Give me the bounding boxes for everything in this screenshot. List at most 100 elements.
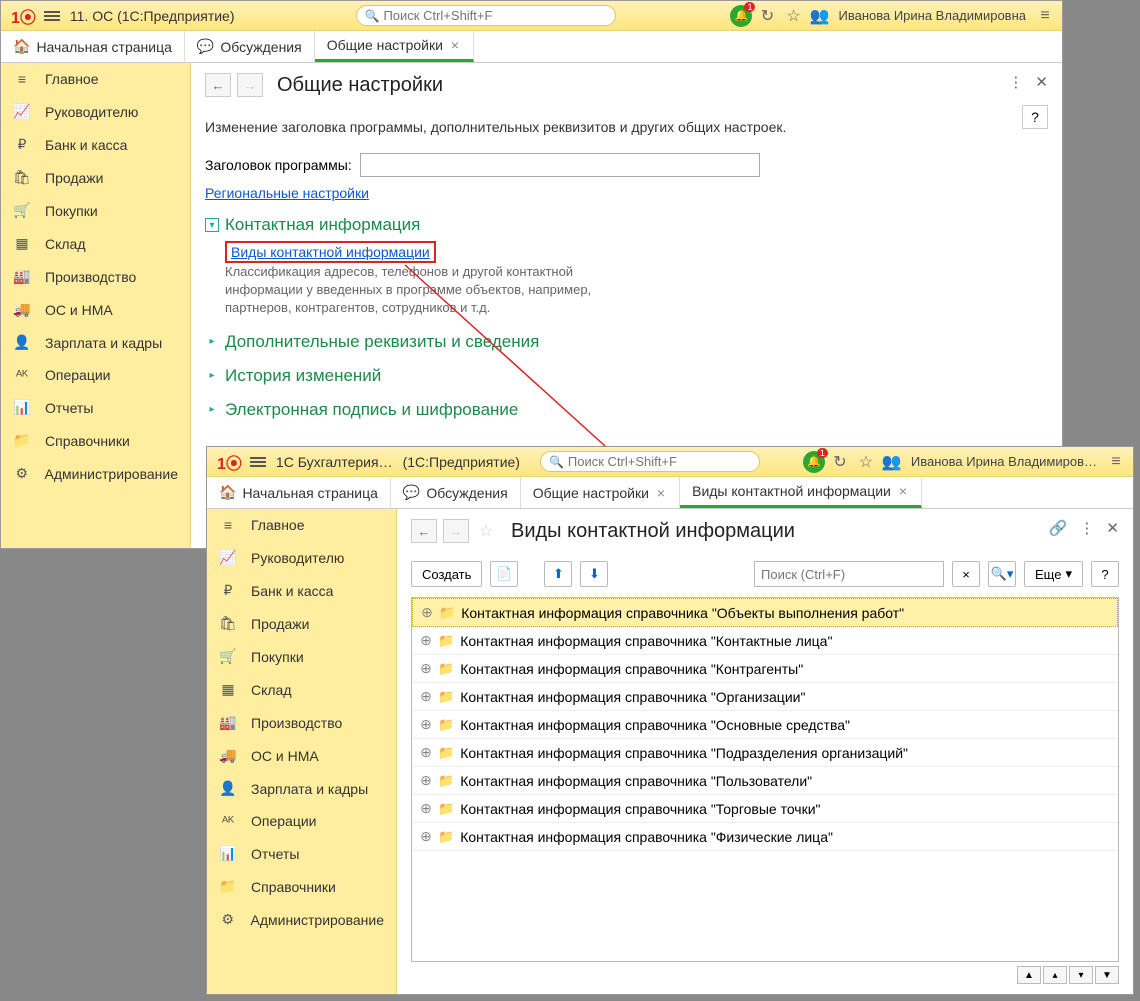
- sidebar-item[interactable]: ᴬᴷОперации: [207, 805, 396, 837]
- nav-forward-button[interactable]: →: [237, 73, 263, 97]
- expand-toggle-icon[interactable]: [205, 369, 219, 383]
- sidebar-item[interactable]: ▦Склад: [1, 227, 190, 260]
- scroll-up-button[interactable]: ▴: [1043, 966, 1067, 984]
- favorites-icon[interactable]: ☆: [855, 451, 877, 473]
- favorite-star-icon[interactable]: ☆: [475, 520, 497, 542]
- section-history[interactable]: История изменений: [225, 366, 381, 386]
- favorites-icon[interactable]: ☆: [782, 5, 804, 27]
- sidebar-item[interactable]: 📈Руководителю: [207, 541, 396, 574]
- expand-icon[interactable]: ⊕: [420, 744, 432, 761]
- list-search-input[interactable]: [754, 561, 944, 587]
- sidebar-item[interactable]: 🛒Покупки: [207, 640, 396, 673]
- clear-search-button[interactable]: ×: [952, 561, 980, 587]
- sidebar-item[interactable]: ▦Склад: [207, 673, 396, 706]
- history-icon[interactable]: ↻: [756, 5, 778, 27]
- expand-icon[interactable]: ⊕: [420, 828, 432, 845]
- tab-discussions[interactable]: 💬Обсуждения: [185, 31, 315, 62]
- user-icon[interactable]: 👥: [881, 451, 903, 473]
- create-group-button[interactable]: 📄: [490, 561, 518, 587]
- close-icon[interactable]: ×: [449, 37, 461, 53]
- history-icon[interactable]: ↻: [829, 451, 851, 473]
- section-contact-info[interactable]: Контактная информация: [225, 215, 420, 235]
- sidebar-item[interactable]: 📁Справочники: [1, 424, 190, 457]
- list-item[interactable]: ⊕📁Контактная информация справочника "Физ…: [412, 823, 1118, 851]
- list-item[interactable]: ⊕📁Контактная информация справочника "Кон…: [412, 627, 1118, 655]
- list-item[interactable]: ⊕📁Контактная информация справочника "Тор…: [412, 795, 1118, 823]
- list-item[interactable]: ⊕📁Контактная информация справочника "Кон…: [412, 655, 1118, 683]
- user-name[interactable]: Иванова Ирина Владимировна: [834, 8, 1030, 23]
- tab-general-settings[interactable]: Общие настройки×: [315, 31, 474, 62]
- sidebar-item[interactable]: ≡Главное: [207, 509, 396, 541]
- close-icon[interactable]: ×: [655, 485, 667, 501]
- expand-icon[interactable]: ⊕: [420, 772, 432, 789]
- sidebar-item[interactable]: ₽Банк и касса: [1, 128, 190, 161]
- sidebar-item[interactable]: 📊Отчеты: [207, 837, 396, 870]
- program-title-input[interactable]: [360, 153, 760, 177]
- global-search[interactable]: [356, 5, 616, 26]
- sidebar-item[interactable]: 👤Зарплата и кадры: [1, 326, 190, 359]
- nav-back-button[interactable]: ←: [205, 73, 231, 97]
- scroll-down-button[interactable]: ▾: [1069, 966, 1093, 984]
- section-esignature[interactable]: Электронная подпись и шифрование: [225, 400, 518, 420]
- nav-forward-button[interactable]: →: [443, 519, 469, 543]
- sidebar-item[interactable]: 🚚ОС и НМА: [1, 293, 190, 326]
- expand-toggle-icon[interactable]: [205, 218, 219, 232]
- expand-toggle-icon[interactable]: [205, 335, 219, 349]
- kebab-menu-icon[interactable]: ⋮: [1079, 519, 1094, 537]
- nav-back-button[interactable]: ←: [411, 519, 437, 543]
- sidebar-item[interactable]: 📈Руководителю: [1, 95, 190, 128]
- list-item[interactable]: ⊕📁Контактная информация справочника "Осн…: [412, 711, 1118, 739]
- tab-discussions[interactable]: 💬Обсуждения: [391, 477, 521, 508]
- notifications-icon[interactable]: 1: [730, 5, 752, 27]
- notifications-icon[interactable]: 1: [803, 451, 825, 473]
- sidebar-item[interactable]: 🏭Производство: [1, 260, 190, 293]
- close-icon[interactable]: ×: [897, 483, 909, 499]
- expand-toggle-icon[interactable]: [205, 403, 219, 417]
- sidebar-item[interactable]: 🏭Производство: [207, 706, 396, 739]
- expand-icon[interactable]: ⊕: [420, 632, 432, 649]
- list-item[interactable]: ⊕📁Контактная информация справочника "Под…: [412, 739, 1118, 767]
- expand-icon[interactable]: ⊕: [421, 604, 433, 621]
- sidebar-item[interactable]: 👤Зарплата и кадры: [207, 772, 396, 805]
- list-item[interactable]: ⊕📁Контактная информация справочника "Пол…: [412, 767, 1118, 795]
- search-dropdown-button[interactable]: 🔍▾: [988, 561, 1016, 587]
- expand-icon[interactable]: ⊕: [420, 716, 432, 733]
- global-search[interactable]: [540, 451, 760, 472]
- move-down-button[interactable]: ⬇: [580, 561, 608, 587]
- scroll-bottom-button[interactable]: ▼: [1095, 966, 1119, 984]
- list-item[interactable]: ⊕📁Контактная информация справочника "Орг…: [412, 683, 1118, 711]
- main-menu-icon[interactable]: [250, 455, 266, 469]
- contact-types-link[interactable]: Виды контактной информации: [225, 241, 436, 263]
- sidebar-item[interactable]: ⚙Администрирование: [207, 903, 396, 936]
- tab-home[interactable]: 🏠Начальная страница: [207, 477, 391, 508]
- link-icon[interactable]: 🔗: [1049, 519, 1068, 537]
- tab-home[interactable]: 🏠Начальная страница: [1, 31, 185, 62]
- user-name[interactable]: Иванова Ирина Владимиров…: [907, 454, 1101, 469]
- expand-icon[interactable]: ⊕: [420, 800, 432, 817]
- sidebar-item[interactable]: 🛒Покупки: [1, 194, 190, 227]
- main-menu-icon[interactable]: [44, 9, 60, 23]
- list-item[interactable]: ⊕📁Контактная информация справочника "Объ…: [412, 598, 1118, 627]
- scroll-top-button[interactable]: ▲: [1017, 966, 1041, 984]
- regional-settings-link[interactable]: Региональные настройки: [205, 185, 369, 201]
- help-button[interactable]: ?: [1022, 105, 1048, 129]
- close-page-icon[interactable]: ✕: [1035, 73, 1048, 91]
- create-button[interactable]: Создать: [411, 561, 482, 587]
- help-button[interactable]: ?: [1091, 561, 1119, 587]
- sidebar-item[interactable]: 🛍Продажи: [207, 607, 396, 640]
- global-search-input[interactable]: [383, 8, 606, 23]
- kebab-menu-icon[interactable]: ⋮: [1008, 73, 1023, 91]
- tab-general-settings[interactable]: Общие настройки×: [521, 477, 680, 508]
- sidebar-item[interactable]: ᴬᴷОперации: [1, 359, 190, 391]
- sidebar-item[interactable]: 🛍Продажи: [1, 161, 190, 194]
- expand-icon[interactable]: ⊕: [420, 660, 432, 677]
- sidebar-item[interactable]: 📁Справочники: [207, 870, 396, 903]
- expand-icon[interactable]: ⊕: [420, 688, 432, 705]
- sidebar-item[interactable]: 📊Отчеты: [1, 391, 190, 424]
- sidebar-item[interactable]: ⚙Администрирование: [1, 457, 190, 490]
- panel-settings-icon[interactable]: ≡: [1034, 5, 1056, 27]
- sidebar-item[interactable]: ≡Главное: [1, 63, 190, 95]
- tab-contact-types[interactable]: Виды контактной информации×: [680, 477, 922, 508]
- more-button[interactable]: Еще ▾: [1024, 561, 1083, 587]
- section-extra-attrs[interactable]: Дополнительные реквизиты и сведения: [225, 332, 539, 352]
